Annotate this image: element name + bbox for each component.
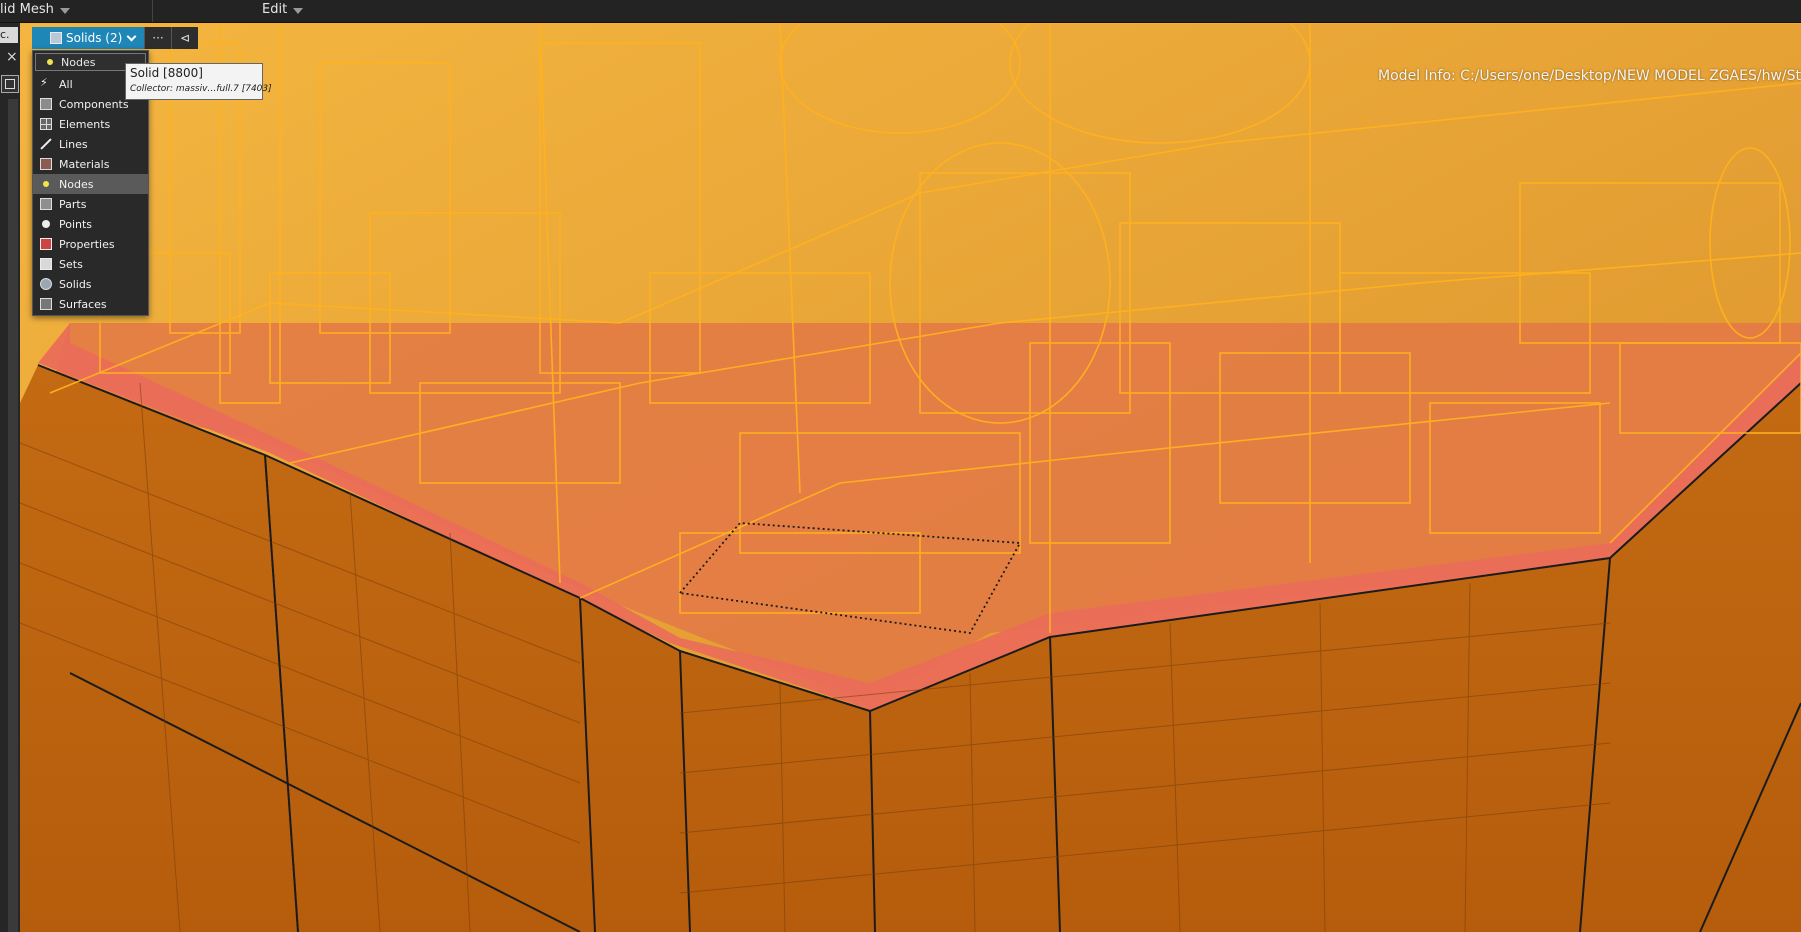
dropdown-item-label: Sets bbox=[59, 257, 83, 271]
dropdown-item-label: Materials bbox=[59, 157, 110, 171]
line-icon bbox=[40, 138, 52, 151]
entity-type-label: Solids (2) bbox=[66, 31, 123, 45]
panel-scrollbar[interactable] bbox=[8, 99, 18, 932]
model-info: Model Info: C:/Users/one/Desktop/NEW MOD… bbox=[1378, 68, 1801, 84]
dropdown-item-solids[interactable]: Solids bbox=[33, 274, 148, 294]
dropdown-item-label: Elements bbox=[59, 117, 111, 131]
entity-tooltip: Solid [8800] Collector: massiv…full.7 [7… bbox=[125, 63, 272, 100]
entity-search-value: Nodes bbox=[61, 55, 96, 69]
dropdown-item-label: Surfaces bbox=[59, 297, 107, 311]
tooltip-entity: Solid [8800] bbox=[130, 66, 203, 80]
chevron-down-icon bbox=[59, 7, 70, 14]
component-icon bbox=[40, 98, 52, 110]
solid-icon bbox=[40, 278, 52, 290]
edit-menu-label: Edit bbox=[262, 2, 288, 17]
lightning-icon bbox=[40, 76, 52, 90]
menu-bar: lid Mesh Edit bbox=[0, 0, 1801, 23]
dropdown-item-parts[interactable]: Parts bbox=[33, 194, 148, 214]
node-icon bbox=[40, 178, 52, 190]
dropdown-item-label: Components bbox=[59, 97, 129, 111]
chevron-down-icon bbox=[293, 7, 304, 14]
dropdown-item-sets[interactable]: Sets bbox=[33, 254, 148, 274]
point-icon bbox=[40, 218, 52, 230]
set-icon bbox=[40, 258, 52, 270]
dropdown-item-elements[interactable]: Elements bbox=[33, 114, 148, 134]
dropdown-item-label: Solids bbox=[59, 277, 92, 291]
dropdown-item-label: Points bbox=[59, 217, 93, 231]
tooltip-collector: Collector: massiv…full.7 [7403] bbox=[130, 84, 272, 94]
dropdown-item-label: Properties bbox=[59, 237, 115, 251]
mesh-menu-label: lid Mesh bbox=[0, 2, 54, 17]
edit-menu[interactable]: Edit bbox=[262, 2, 304, 17]
previous-button[interactable]: ⊲ bbox=[171, 27, 198, 49]
solid-icon bbox=[50, 32, 62, 44]
entity-type-button[interactable]: Solids (2) bbox=[32, 27, 144, 49]
dropdown-item-surfaces[interactable]: Surfaces bbox=[33, 294, 148, 314]
chevron-down-icon bbox=[126, 31, 137, 41]
dropdown-item-label: All bbox=[59, 77, 73, 91]
material-icon bbox=[40, 158, 52, 170]
close-icon[interactable]: × bbox=[6, 49, 18, 65]
dropdown-item-label: Parts bbox=[59, 197, 87, 211]
selection-toolbar: Solids (2) ··· ⊲ bbox=[32, 27, 198, 49]
element-icon bbox=[40, 118, 52, 130]
dropdown-item-points[interactable]: Points bbox=[33, 214, 148, 234]
more-options-button[interactable]: ··· bbox=[144, 27, 171, 49]
node-icon bbox=[44, 56, 56, 68]
dropdown-item-label: Lines bbox=[59, 137, 88, 151]
dropdown-item-materials[interactable]: Materials bbox=[33, 154, 148, 174]
panel-tab[interactable]: c. bbox=[0, 27, 18, 43]
dropdown-item-label: Nodes bbox=[59, 177, 94, 191]
surface-icon bbox=[40, 298, 52, 310]
graphics-viewport[interactable]: Model Info: C:/Users/one/Desktop/NEW MOD… bbox=[20, 23, 1801, 932]
dropdown-item-properties[interactable]: Properties bbox=[33, 234, 148, 254]
property-icon bbox=[40, 238, 52, 250]
dropdown-item-lines[interactable]: Lines bbox=[33, 134, 148, 154]
mesh-menu[interactable]: lid Mesh bbox=[0, 2, 70, 17]
part-icon bbox=[40, 198, 52, 210]
panel-layout-icon[interactable] bbox=[1, 75, 19, 93]
model-render bbox=[20, 23, 1801, 932]
dropdown-item-nodes[interactable]: Nodes bbox=[33, 174, 148, 194]
menu-divider bbox=[152, 0, 153, 22]
